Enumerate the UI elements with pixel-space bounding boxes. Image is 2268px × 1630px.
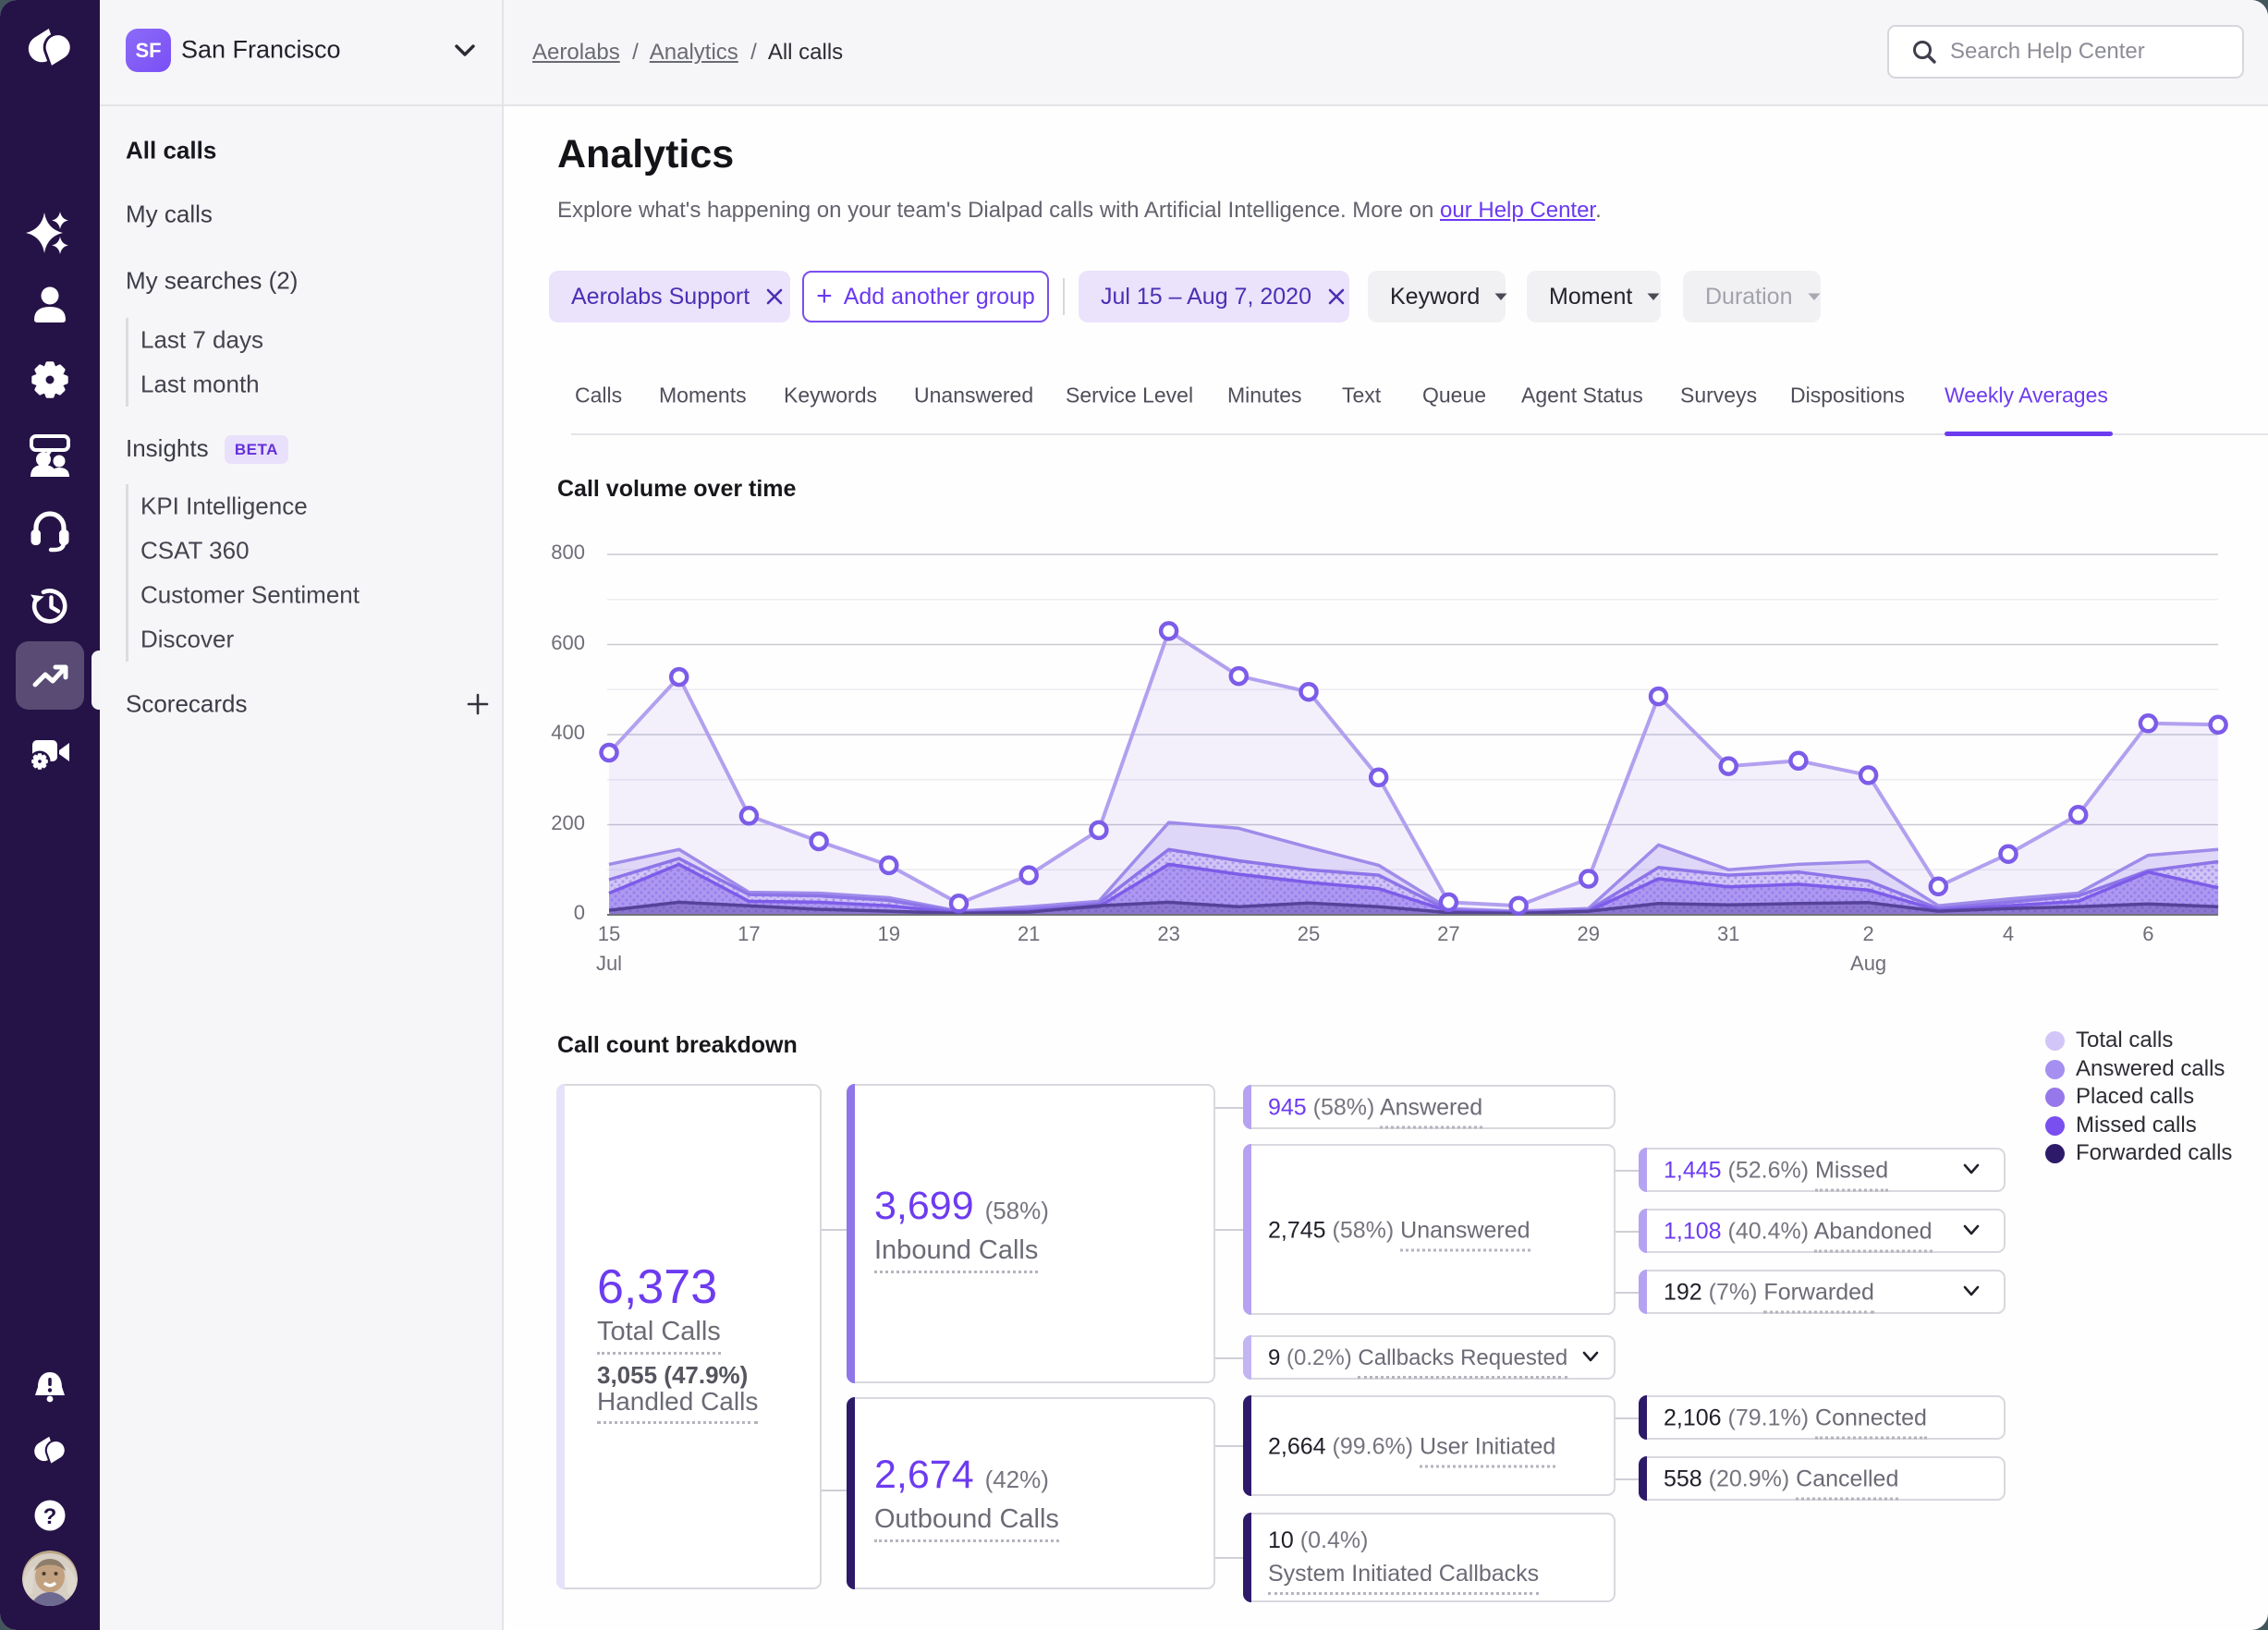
svg-text:?: ? [43,1504,57,1529]
